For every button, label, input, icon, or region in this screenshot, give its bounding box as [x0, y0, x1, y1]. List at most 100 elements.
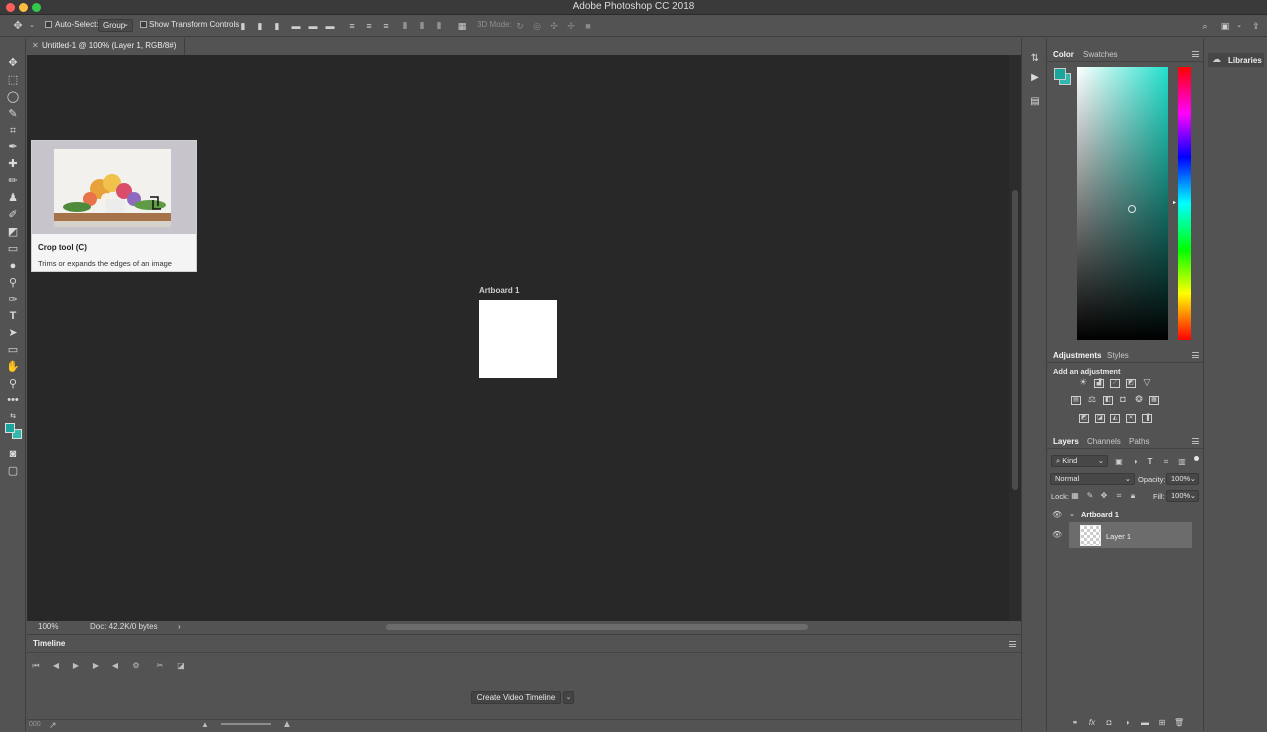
zoom-tool-icon[interactable]: ⚲ — [5, 377, 21, 391]
more-tools-icon[interactable]: ••• — [5, 393, 21, 407]
create-video-timeline-button[interactable]: Create Video Timeline — [471, 691, 561, 704]
split-icon[interactable]: ✂ — [154, 660, 166, 672]
chevron-down-icon[interactable]: ⌄ — [1233, 20, 1245, 32]
first-frame-icon[interactable]: ⏮ — [30, 660, 42, 672]
tab-paths[interactable]: Paths — [1129, 437, 1149, 446]
hand-tool-icon[interactable]: ✋ — [5, 360, 21, 374]
invert-icon[interactable]: ◩ — [1079, 414, 1089, 423]
show-transform-checkbox[interactable] — [140, 21, 147, 28]
type-tool-icon[interactable]: T — [5, 309, 21, 323]
path-selection-tool-icon[interactable]: ➤ — [5, 326, 21, 340]
zoom-out-mountain-icon[interactable]: ▲ — [201, 720, 209, 729]
layer-filter-kind-dropdown[interactable]: ⌕ Kind ⌄ — [1051, 455, 1108, 467]
align-left-icon[interactable]: ▬ — [290, 20, 302, 32]
libraries-button[interactable]: ☁ Libraries — [1208, 53, 1264, 67]
stamp-tool-icon[interactable]: ♟ — [5, 191, 21, 205]
rectangle-tool-icon[interactable]: ▭ — [5, 343, 21, 357]
panel-menu-icon[interactable] — [1009, 641, 1016, 647]
pen-tool-icon[interactable]: ✑ — [5, 293, 21, 307]
new-group-icon[interactable]: ▬ — [1140, 718, 1150, 727]
panel-menu-icon[interactable] — [1192, 352, 1199, 358]
properties-icon[interactable]: ▤ — [1028, 95, 1042, 109]
artboard-label[interactable]: Artboard 1 — [479, 286, 519, 295]
align-hcenter-icon[interactable]: ▬ — [307, 20, 319, 32]
opacity-field[interactable]: 100% ⌄ — [1166, 473, 1199, 485]
3d-pan-icon[interactable]: ✣ — [548, 20, 560, 32]
artboard[interactable] — [479, 300, 557, 378]
shape-filter-icon[interactable]: ⌗ — [1161, 457, 1171, 467]
quick-mask-icon[interactable]: ◙ — [5, 447, 21, 461]
distribute-vcenter-icon[interactable]: ≡ — [363, 20, 375, 32]
timeline-zoom-slider[interactable] — [221, 723, 271, 725]
align-right-icon[interactable]: ▬ — [324, 20, 336, 32]
distribute-top-icon[interactable]: ≡ — [346, 20, 358, 32]
channel-mixer-icon[interactable]: ❂ — [1134, 395, 1144, 405]
tab-styles[interactable]: Styles — [1107, 351, 1129, 360]
transition-icon[interactable]: ◪ — [175, 660, 187, 672]
layer-visibility-cell[interactable]: 👁︎ — [1048, 522, 1068, 548]
chevron-down-icon[interactable]: ⌄ — [563, 691, 574, 704]
trash-icon[interactable]: 🗑︎ — [1174, 718, 1184, 727]
lock-all-icon[interactable]: 🔒︎ — [1128, 491, 1138, 501]
vibrance-icon[interactable]: ▽ — [1142, 378, 1152, 388]
color-panel-foreground-swatch[interactable] — [1054, 68, 1066, 80]
gradient-map-icon[interactable]: ▐ — [1142, 414, 1152, 423]
eraser-tool-icon[interactable]: ◩ — [5, 225, 21, 239]
color-picker-handle[interactable] — [1128, 205, 1136, 213]
history-icon[interactable]: ⇅ — [1028, 52, 1042, 66]
black-white-icon[interactable]: ◧ — [1103, 396, 1113, 405]
next-frame-icon[interactable]: ▶ — [90, 660, 102, 672]
new-adjustment-layer-icon[interactable]: ◑ — [1122, 718, 1132, 727]
zoom-in-mountain-icon[interactable]: ▲ — [282, 719, 292, 730]
eye-icon[interactable]: 👁︎ — [1052, 530, 1062, 539]
lasso-tool-icon[interactable]: ◯ — [5, 90, 21, 104]
chevron-right-icon[interactable]: › — [178, 622, 181, 631]
foreground-color-swatch[interactable] — [5, 423, 15, 433]
scrollbar-thumb[interactable] — [1012, 190, 1018, 490]
align-top-icon[interactable]: ▮ — [237, 20, 249, 32]
horizontal-scrollbar-thumb[interactable] — [386, 624, 808, 630]
workspace-icon[interactable]: ▣ — [1219, 20, 1231, 32]
pixel-filter-icon[interactable]: ▣ — [1114, 457, 1124, 466]
selective-color-icon[interactable]: ✕ — [1126, 414, 1136, 423]
crop-tool-icon[interactable]: ⌗ — [5, 124, 21, 138]
hue-slider-marker[interactable]: ▸ — [1173, 199, 1176, 206]
tab-adjustments[interactable]: Adjustments — [1053, 351, 1101, 360]
brush-tool-icon[interactable]: ✏ — [5, 174, 21, 188]
actions-play-icon[interactable]: ▶ — [1028, 71, 1042, 85]
panel-menu-icon[interactable] — [1192, 438, 1199, 444]
move-tool-preset-icon[interactable]: ✥ — [12, 20, 24, 32]
brightness-contrast-icon[interactable]: ☀ — [1078, 378, 1088, 388]
lock-artboard-icon[interactable]: ⌗ — [1114, 491, 1124, 501]
distribute-right-icon[interactable]: ⦀ — [433, 20, 445, 32]
distribute-bottom-icon[interactable]: ≡ — [380, 20, 392, 32]
auto-align-icon[interactable]: ▦ — [456, 20, 468, 32]
hue-slider[interactable] — [1178, 67, 1191, 340]
play-icon[interactable]: ▶ — [70, 660, 82, 672]
settings-icon[interactable]: ⚙ — [130, 660, 142, 672]
layer-style-fx-icon[interactable]: fx — [1087, 718, 1097, 727]
close-icon[interactable]: ✕ — [32, 41, 39, 50]
3d-slide-icon[interactable]: ✢ — [565, 20, 577, 32]
saturation-value-picker[interactable] — [1077, 67, 1168, 340]
align-vcenter-icon[interactable]: ▮ — [254, 20, 266, 32]
share-icon[interactable]: ⇪ — [1250, 20, 1262, 32]
panel-menu-icon[interactable] — [1192, 51, 1199, 57]
healing-brush-tool-icon[interactable]: ✚ — [5, 157, 21, 171]
fill-field[interactable]: 100% ⌄ — [1166, 490, 1199, 502]
lock-transparent-icon[interactable]: ▦ — [1070, 491, 1080, 500]
eye-icon[interactable]: 👁︎ — [1052, 510, 1062, 519]
marquee-tool-icon[interactable]: ⬚ — [5, 73, 21, 87]
curves-icon[interactable]: ⟋ — [1110, 379, 1120, 388]
swap-colors-icon[interactable]: ⇆ — [5, 410, 21, 424]
tab-swatches[interactable]: Swatches — [1083, 50, 1118, 59]
lock-image-icon[interactable]: ✎ — [1085, 491, 1095, 500]
tab-layers[interactable]: Layers — [1053, 437, 1079, 446]
tab-channels[interactable]: Channels — [1087, 437, 1121, 446]
gradient-tool-icon[interactable]: ▭ — [5, 242, 21, 256]
document-tab[interactable]: ✕ Untitled-1 @ 100% (Layer 1, RGB/8#) — [27, 38, 185, 55]
3d-orbit-icon[interactable]: ↻ — [514, 20, 526, 32]
dodge-tool-icon[interactable]: ⚲ — [5, 276, 21, 290]
posterize-icon[interactable]: ◪ — [1095, 414, 1105, 423]
search-icon[interactable]: ⌕ — [1199, 20, 1211, 32]
